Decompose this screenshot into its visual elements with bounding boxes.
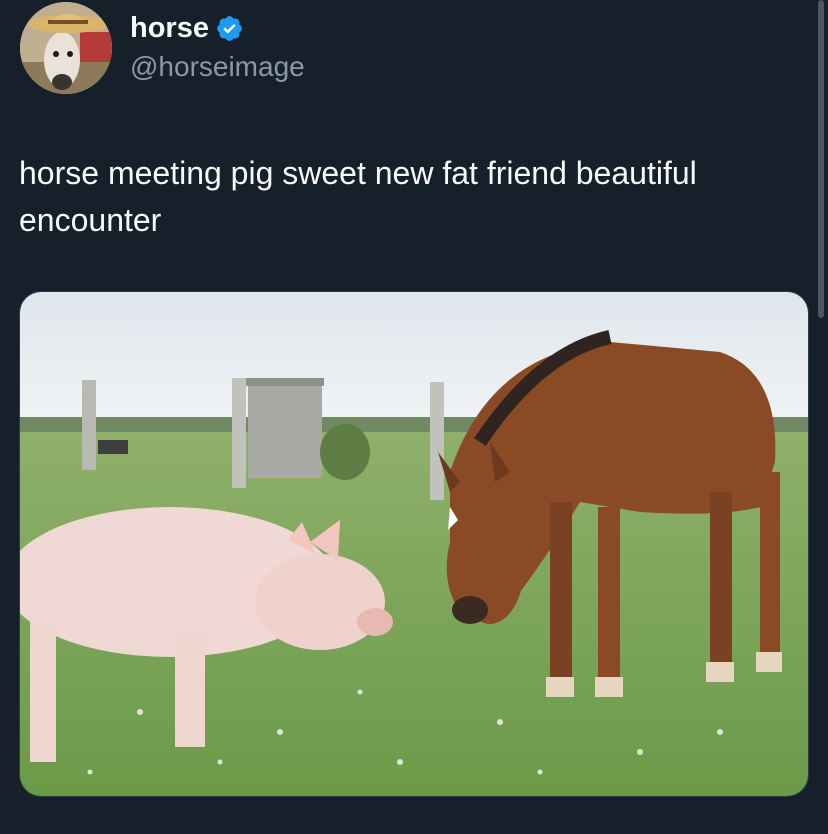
verified-badge-icon[interactable] bbox=[215, 14, 244, 43]
author-display-name[interactable]: horse bbox=[130, 10, 209, 46]
foal-and-pig-photo bbox=[20, 292, 808, 796]
scrollbar[interactable] bbox=[818, 0, 824, 318]
tweet-media-image[interactable] bbox=[19, 291, 809, 797]
avatar[interactable] bbox=[20, 2, 112, 94]
author-handle[interactable]: @horseimage bbox=[130, 50, 305, 84]
horse-avatar-icon bbox=[20, 2, 112, 94]
author-name-row[interactable]: horse bbox=[130, 10, 244, 46]
tweet-text: horse meeting pig sweet new fat friend b… bbox=[19, 155, 697, 238]
